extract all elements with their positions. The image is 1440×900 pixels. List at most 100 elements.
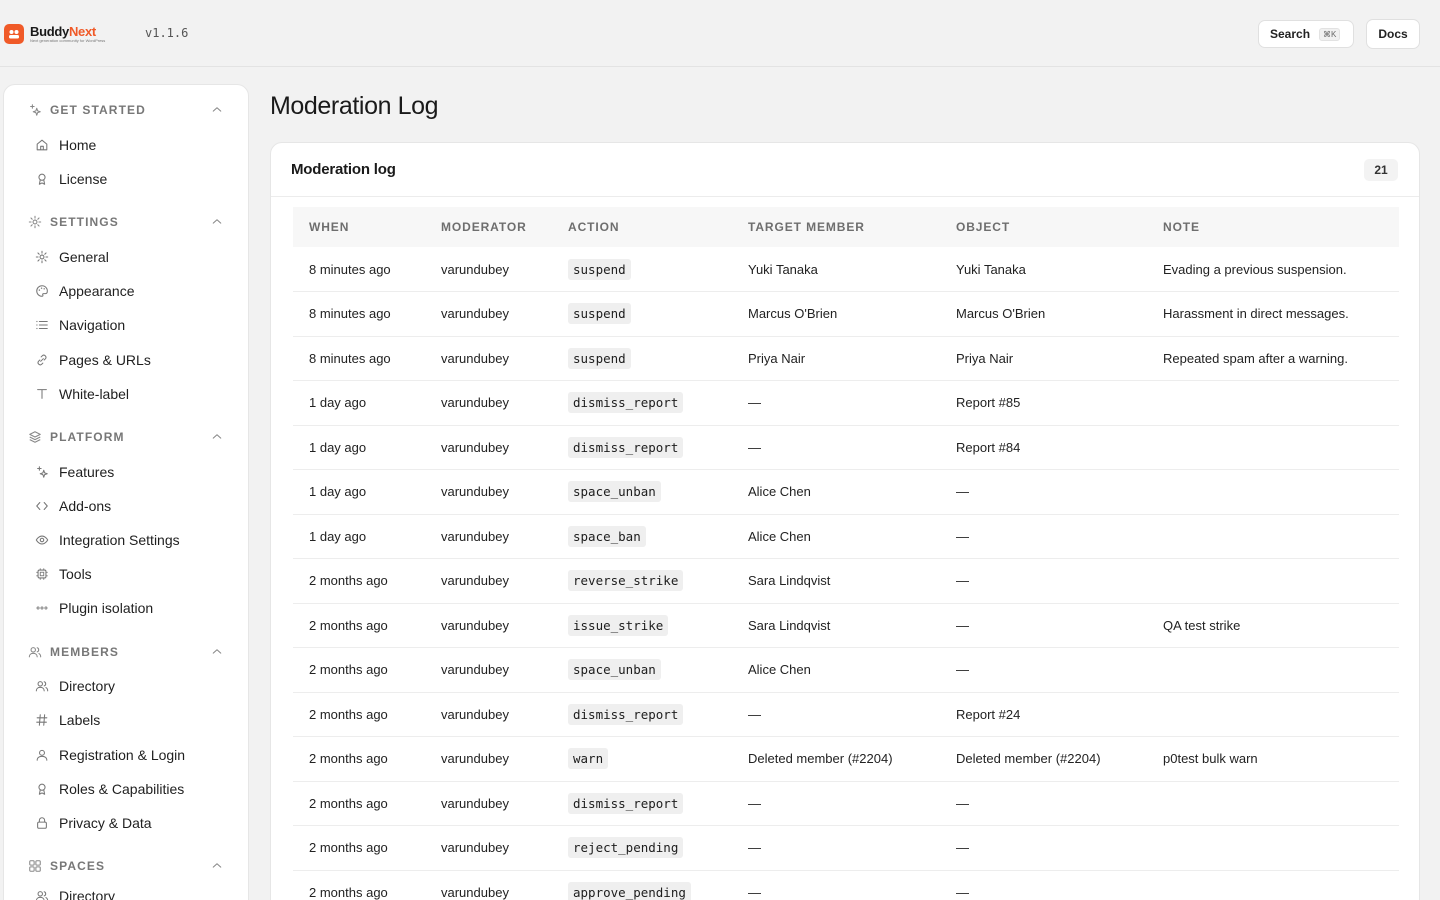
cell-moderator: varundubey [441, 706, 509, 722]
users-icon [35, 889, 49, 900]
column-header-target-member[interactable]: TARGET MEMBER [732, 207, 940, 247]
cell-action: dismiss_report [552, 425, 732, 470]
sidebar-item-label: Registration & Login [59, 747, 186, 763]
cell-note: QA test strike [1163, 617, 1241, 633]
cell-object: — [956, 573, 969, 589]
cell-note [1147, 692, 1399, 737]
sidebar-item-label: Add-ons [59, 498, 112, 514]
cell-target-member: Yuki Tanaka [748, 261, 818, 277]
column-header-object[interactable]: OBJECT [940, 207, 1147, 247]
chevron-up-icon[interactable] [211, 860, 223, 872]
cell-action: suspend [552, 292, 732, 337]
cell-moderator: varundubey [441, 306, 509, 322]
sidebar-item-add-ons[interactable]: Add-ons [4, 493, 248, 519]
table-row: 2 months ago varundubey warn Deleted member… [293, 737, 1399, 781]
cell-target-member: — [748, 395, 761, 411]
sidebar-item-privacy-and-data[interactable]: Privacy & Data [4, 810, 248, 836]
cell-when: 1 day ago [309, 484, 367, 500]
column-header-moderator[interactable]: MODERATOR [425, 207, 552, 247]
moderation-log-table: WHEN MODERATOR ACTION TARGET MEMBER OBJE… [293, 207, 1399, 900]
table-row: 1 day ago varundubey space_ban Alice Chen — [293, 514, 1399, 559]
sidebar-item-license[interactable]: License [4, 166, 248, 192]
cell-moderator: varundubey [441, 528, 509, 544]
action-code: suspend [568, 303, 631, 325]
sidebar-item-integration-settings[interactable]: Integration Settings [4, 527, 248, 553]
action-code: reverse_strike [568, 570, 684, 592]
sidebar-item-label: Directory [59, 678, 116, 694]
docs-button[interactable]: Docs [1366, 19, 1420, 49]
sidebar-item-general[interactable]: General [4, 244, 248, 270]
sidebar-item-label: General [59, 249, 109, 265]
action-code: space_unban [568, 659, 661, 681]
table-row: 2 months ago varundubey issue_strike Sara L… [293, 603, 1399, 648]
column-header-note[interactable]: NOTE [1147, 207, 1399, 247]
cell-note [1147, 425, 1399, 470]
table-row: 8 minutes ago varundubey suspend Marcus O'B… [293, 292, 1399, 337]
cell-note [1147, 781, 1399, 826]
sidebar-section-get-started[interactable]: GET STARTED [4, 100, 248, 120]
sidebar-section-title: SPACES [50, 859, 106, 873]
cell-when: 8 minutes ago [309, 261, 391, 277]
count-badge: 21 [1364, 159, 1398, 181]
table-row: 2 months ago varundubey approve_pending — — [293, 870, 1399, 900]
moderation-log-card: Moderation log 21 WHEN MODERATOR ACTION … [270, 142, 1420, 900]
logo-name-suffix: Next [68, 24, 96, 39]
cpu-icon [35, 567, 49, 581]
cell-when: 2 months ago [309, 662, 388, 678]
cell-moderator: varundubey [441, 840, 509, 856]
sidebar-item-navigation[interactable]: Navigation [4, 312, 248, 338]
sidebar-item-labels[interactable]: Labels [4, 707, 248, 733]
column-header-action[interactable]: ACTION [552, 207, 732, 247]
action-code: issue_strike [568, 614, 669, 636]
sidebar-section-platform[interactable]: PLATFORM [4, 427, 248, 447]
sidebar-item-directory[interactable]: Directory [4, 883, 248, 900]
cell-object: — [956, 884, 969, 900]
users-icon [28, 645, 42, 659]
sidebar-item-white-label[interactable]: White-label [4, 381, 248, 407]
sidebar-item-roles-and-capabilities[interactable]: Roles & Capabilities [4, 776, 248, 802]
cell-object: Report #85 [956, 395, 1021, 411]
cell-action: space_ban [552, 514, 732, 559]
lock-icon [35, 816, 49, 830]
sidebar-item-label: Features [59, 464, 115, 480]
sidebar-item-appearance[interactable]: Appearance [4, 278, 248, 304]
sidebar-item-tools[interactable]: Tools [4, 561, 248, 587]
cell-moderator: varundubey [441, 617, 509, 633]
cell-moderator: varundubey [441, 662, 509, 678]
chevron-up-icon[interactable] [211, 431, 223, 443]
search-button[interactable]: Search ⌘K [1258, 20, 1354, 48]
chevron-up-icon[interactable] [211, 216, 223, 228]
cell-target-member: — [748, 795, 761, 811]
sidebar-item-features[interactable]: Features [4, 459, 248, 485]
sidebar-section-settings[interactable]: SETTINGS [4, 212, 248, 232]
sidebar-item-pages-and-urls[interactable]: Pages & URLs [4, 347, 248, 373]
chevron-up-icon[interactable] [211, 646, 223, 658]
cell-action: reject_pending [552, 826, 732, 871]
cell-object: Yuki Tanaka [956, 261, 1026, 277]
cell-when: 2 months ago [309, 795, 388, 811]
sidebar-item-label: Home [59, 137, 97, 153]
column-header-when[interactable]: WHEN [293, 207, 425, 247]
cell-note [1147, 559, 1399, 604]
sidebar-item-home[interactable]: Home [4, 132, 248, 158]
grid-icon [28, 859, 42, 873]
cell-note [1147, 870, 1399, 900]
sidebar-item-directory[interactable]: Directory [4, 673, 248, 699]
sidebar-section-members[interactable]: MEMBERS [4, 642, 248, 662]
type-icon [35, 387, 49, 401]
sidebar-item-label: License [59, 171, 108, 187]
chevron-up-icon[interactable] [211, 104, 223, 116]
app-logo[interactable]: BuddyNext Next generation community for … [4, 24, 105, 44]
cell-action: issue_strike [552, 603, 732, 648]
cell-note [1147, 826, 1399, 871]
action-code: dismiss_report [568, 792, 684, 814]
cell-moderator: varundubey [441, 751, 509, 767]
sidebar-item-plugin-isolation[interactable]: Plugin isolation [4, 595, 248, 621]
sidebar-section-spaces[interactable]: SPACES [4, 856, 248, 876]
table-row: 1 day ago varundubey dismiss_report — Report… [293, 381, 1399, 426]
sidebar-item-registration-and-login[interactable]: Registration & Login [4, 742, 248, 768]
cell-note [1147, 381, 1399, 426]
cell-target-member: Deleted member (#2204) [748, 751, 893, 767]
cell-object: — [956, 795, 969, 811]
gear-icon [35, 250, 49, 264]
